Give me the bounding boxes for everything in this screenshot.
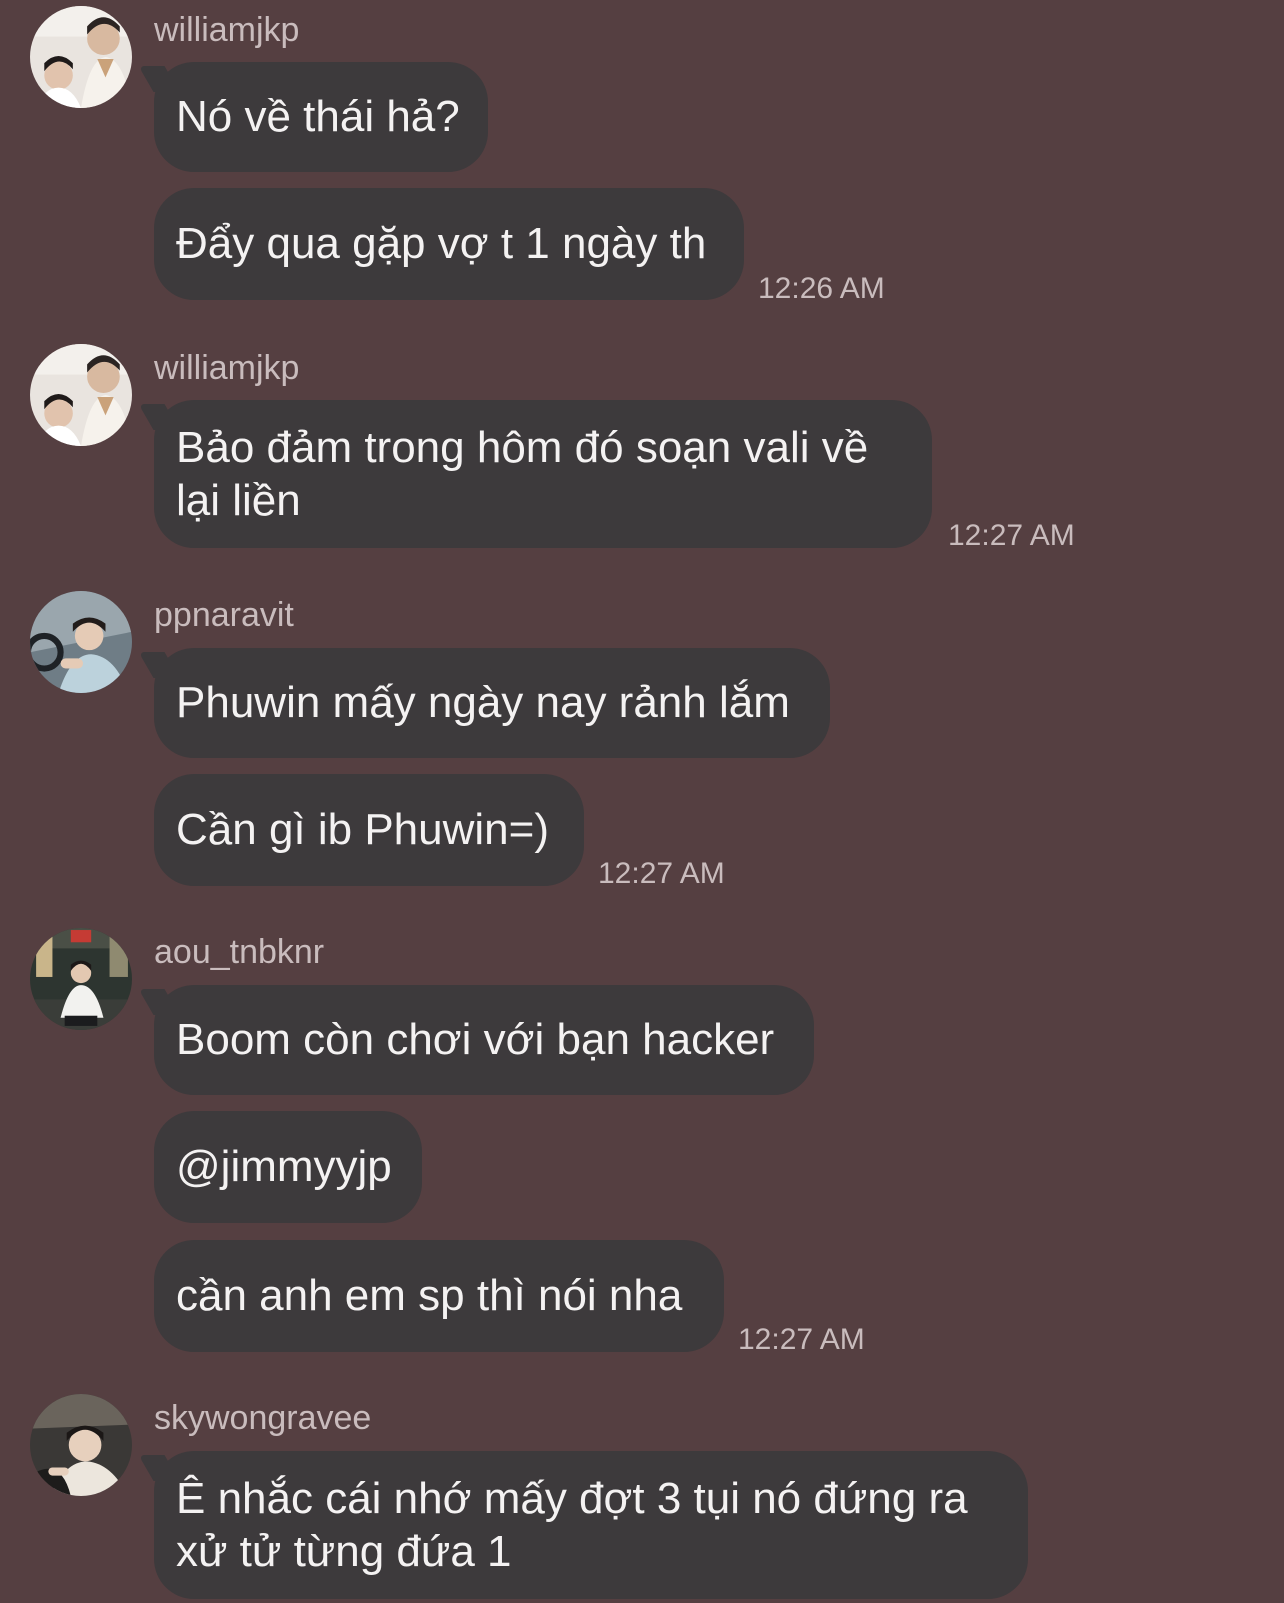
message-text: Ê nhắc cái nhớ mấy đợt 3 tụi nó đứng ra … <box>176 1474 968 1576</box>
username[interactable]: williamjkp <box>154 348 299 388</box>
profile-photo-icon <box>30 928 132 1030</box>
message-bubble[interactable]: Phuwin mấy ngày nay rảnh lắm <box>154 648 830 758</box>
avatar[interactable] <box>30 928 132 1030</box>
message-text: Bảo đảm trong hôm đó soạn vali về lại li… <box>176 423 869 525</box>
message-text: Phuwin mấy ngày nay rảnh lắm <box>176 678 790 727</box>
avatar[interactable] <box>30 1394 132 1496</box>
message-text: Đẩy qua gặp vợ t 1 ngày th <box>176 219 707 268</box>
profile-photo-icon <box>30 1394 132 1496</box>
message-timestamp: 12:27 AM <box>948 519 1075 552</box>
message-timestamp: 12:27 AM <box>738 1323 865 1356</box>
username[interactable]: ppnaravit <box>154 595 294 635</box>
message-bubble[interactable]: Ê nhắc cái nhớ mấy đợt 3 tụi nó đứng ra … <box>154 1451 1028 1599</box>
message-timestamp: 12:27 AM <box>598 857 725 890</box>
message-bubble[interactable]: @jimmyyjp <box>154 1111 422 1223</box>
avatar[interactable] <box>30 344 132 446</box>
message-bubble[interactable]: Đẩy qua gặp vợ t 1 ngày th <box>154 188 744 300</box>
message-timestamp: 12:26 AM <box>758 272 885 305</box>
message-text: @jimmyyjp <box>176 1142 392 1191</box>
profile-photo-icon <box>30 344 132 446</box>
message-text: cần anh em sp thì nói nha <box>176 1271 683 1320</box>
message-bubble[interactable]: Bảo đảm trong hôm đó soạn vali về lại li… <box>154 400 932 548</box>
profile-photo-icon <box>30 6 132 108</box>
message-bubble[interactable]: Nó về thái hả? <box>154 62 488 172</box>
username[interactable]: skywongravee <box>154 1398 371 1438</box>
username[interactable]: aou_tnbknr <box>154 932 324 972</box>
username[interactable]: williamjkp <box>154 10 299 50</box>
chat-thread: williamjkp Nó về thái hả? Đẩy qua gặp vợ… <box>0 0 1284 1603</box>
message-bubble[interactable]: Cần gì ib Phuwin=) <box>154 774 584 886</box>
message-bubble[interactable]: Boom còn chơi với bạn hacker <box>154 985 814 1095</box>
avatar[interactable] <box>30 6 132 108</box>
message-text: Cần gì ib Phuwin=) <box>176 805 549 854</box>
message-text: Boom còn chơi với bạn hacker <box>176 1015 775 1064</box>
avatar[interactable] <box>30 591 132 693</box>
message-bubble[interactable]: cần anh em sp thì nói nha <box>154 1240 724 1352</box>
profile-photo-icon <box>30 591 132 693</box>
message-text: Nó về thái hả? <box>176 92 460 141</box>
